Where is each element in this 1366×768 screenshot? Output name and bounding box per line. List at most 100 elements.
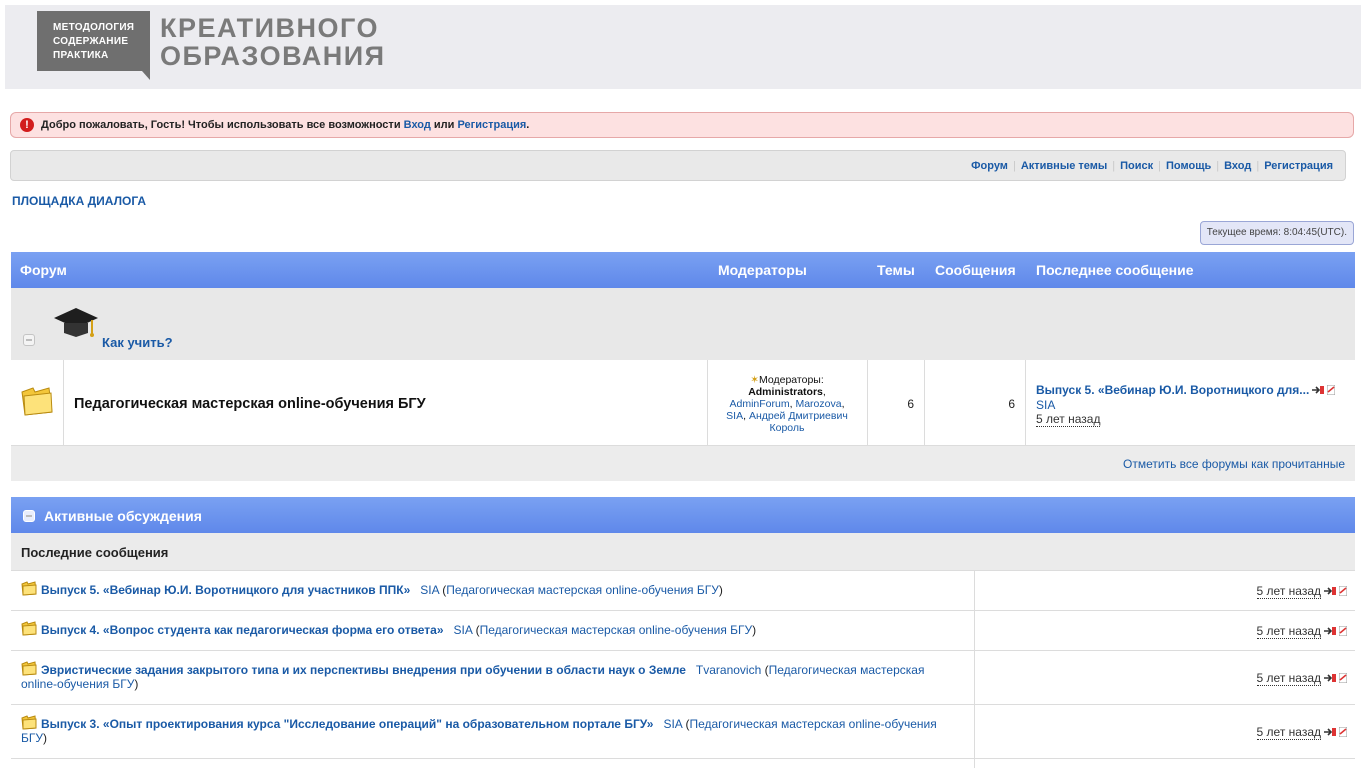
goto-unread-icon[interactable] (1338, 625, 1348, 639)
topic-title[interactable]: Выпуск 5. «Вебинар Ю.И. Воротницкого для… (41, 583, 410, 597)
mod-sia[interactable]: SIA (726, 410, 743, 422)
goto-unread-icon[interactable] (1338, 672, 1348, 686)
forum-table-header: Форум Модераторы Темы Сообщения Последне… (11, 252, 1355, 288)
active-discussions-title: Активные обсуждения (44, 508, 202, 524)
topic-author[interactable]: SIA (454, 623, 473, 637)
topic-title[interactable]: Эвристические задания закрытого типа и и… (41, 663, 686, 677)
col-last-post: Последнее сообщение (1036, 262, 1194, 278)
top-nav-items: Форум | Активные темы | Поиск | Помощь | Вход | Ре… (971, 160, 1333, 172)
topic-forum-link[interactable]: Педагогическая мастерская online-обучени… (446, 583, 719, 597)
last-post-author[interactable]: SIA (1036, 398, 1055, 412)
topics-count: 6 (907, 397, 914, 411)
folder-icon (21, 661, 37, 676)
star-icon: ✶ (750, 374, 760, 386)
logo-small-text: МЕТОДОЛОГИЯ СОДЕРЖАНИЕ ПРАКТИКА (53, 21, 134, 63)
logo-title-line-2: ОБРАЗОВАНИЯ (160, 41, 386, 71)
mark-read-row: Отметить все форумы как прочитанные (11, 446, 1355, 481)
last-post: Выпуск 5. «Вебинар Ю.И. Воротницкого для… (1036, 383, 1336, 427)
goto-last-icon[interactable] (1324, 585, 1336, 599)
welcome-register-link[interactable]: Регистрация (457, 119, 526, 131)
goto-last-icon[interactable] (1324, 672, 1336, 686)
moderators-label: Модераторы: (759, 374, 824, 386)
forum-icon-cell (11, 360, 64, 446)
forum-row: Педагогическая мастерская online-обучени… (11, 360, 1355, 446)
goto-unread-icon[interactable] (1338, 585, 1348, 599)
moderators-list: ✶Модераторы: Administrators, AdminForum,… (726, 374, 848, 434)
latest-posts-header: Последние сообщения (11, 533, 1355, 571)
logo-line-3: ПРАКТИКА (53, 50, 109, 61)
folder-icon (21, 715, 37, 730)
logo-title: КРЕАТИВНОГО ОБРАЗОВАНИЯ (160, 14, 386, 70)
topic-time: 5 лет назад (1256, 725, 1348, 740)
nav-separator: | (1256, 160, 1260, 172)
folder-icon (21, 387, 53, 416)
nav-active-topics[interactable]: Активные темы (1021, 160, 1107, 172)
topic-row: Эвристические задания закрытого типа и и… (11, 651, 1355, 705)
graduation-cap-icon (54, 308, 98, 337)
current-time: Текущее время: 8:04:45(UTC). (1199, 221, 1354, 245)
col-moderators: Модераторы (718, 262, 807, 278)
logo-line-2: СОДЕРЖАНИЕ (53, 36, 129, 47)
goto-last-icon[interactable] (1324, 625, 1336, 639)
topic-time: 5 лет назад (1256, 671, 1348, 686)
nav-help[interactable]: Помощь (1166, 160, 1211, 172)
welcome-banner: ! Добро пожаловать, Гость! Чтобы использ… (10, 112, 1354, 138)
col-topics: Темы (877, 262, 915, 278)
nav-search[interactable]: Поиск (1120, 160, 1153, 172)
logo-title-line-1: КРЕАТИВНОГО (160, 13, 379, 43)
category-link[interactable]: Как учить? (102, 335, 173, 350)
folder-icon (21, 581, 37, 596)
logo-line-1: МЕТОДОЛОГИЯ (53, 22, 135, 33)
goto-unread-icon[interactable] (1326, 384, 1336, 398)
topic-time: 5 лет назад (1256, 624, 1348, 639)
topic-time-text: 5 лет назад (1256, 725, 1321, 740)
topic-time-text: 5 лет назад (1256, 624, 1321, 639)
welcome-or: или (430, 119, 458, 131)
forum-title[interactable]: Педагогическая мастерская online-обучени… (74, 396, 426, 412)
folder-icon (21, 621, 37, 636)
topic-row-partial (11, 759, 1355, 768)
nav-separator: | (1112, 160, 1116, 172)
mark-all-read-link[interactable]: Отметить все форумы как прочитанные (1123, 457, 1345, 471)
logo-tail (142, 71, 150, 80)
goto-last-icon[interactable] (1312, 384, 1325, 398)
topic-time: 5 лет назад (1256, 584, 1348, 599)
mod-administrators: Administrators (748, 386, 823, 398)
topic-row: Выпуск 5. «Вебинар Ю.И. Воротницкого для… (11, 571, 1355, 611)
mod-adminforum[interactable]: AdminForum (730, 398, 790, 410)
topic-author[interactable]: SIA (420, 583, 439, 597)
col-posts: Сообщения (935, 262, 1016, 278)
nav-separator: | (1216, 160, 1220, 172)
breadcrumb[interactable]: ПЛОЩАДКА ДИАЛОГА (12, 194, 146, 208)
welcome-login-link[interactable]: Вход (404, 119, 431, 131)
last-post-time: 5 лет назад (1036, 411, 1101, 427)
topic-row: Выпуск 3. «Опыт проектирования курса "Ис… (11, 705, 1355, 759)
mod-marozova[interactable]: Marozova (795, 398, 841, 410)
topic-author[interactable]: SIA (663, 717, 682, 731)
goto-last-icon[interactable] (1324, 726, 1336, 740)
nav-separator: | (1012, 160, 1016, 172)
collapse-icon[interactable] (23, 334, 35, 346)
topic-title[interactable]: Выпуск 4. «Вопрос студента как педагогич… (41, 623, 444, 637)
goto-unread-icon[interactable] (1338, 726, 1348, 740)
nav-login[interactable]: Вход (1224, 160, 1251, 172)
nav-register[interactable]: Регистрация (1264, 160, 1333, 172)
topic-time-text: 5 лет назад (1256, 671, 1321, 686)
warning-icon: ! (20, 118, 34, 132)
topic-author[interactable]: Tvaranovich (696, 663, 761, 677)
welcome-end: . (526, 119, 530, 131)
cell-divider (974, 611, 975, 650)
cell-divider (974, 651, 975, 704)
nav-forum[interactable]: Форум (971, 160, 1008, 172)
mod-korol[interactable]: Андрей Дмитриевич Король (749, 410, 848, 434)
posts-count: 6 (1008, 397, 1015, 411)
cell-divider (974, 571, 975, 610)
last-post-title[interactable]: Выпуск 5. «Вебинар Ю.И. Воротницкого для… (1036, 383, 1309, 397)
topic-time-text: 5 лет назад (1256, 584, 1321, 599)
top-nav: Форум | Активные темы | Поиск | Помощь | Вход | Ре… (10, 150, 1346, 181)
topic-forum-link[interactable]: Педагогическая мастерская online-обучени… (480, 623, 753, 637)
collapse-icon[interactable] (23, 510, 35, 522)
topic-title[interactable]: Выпуск 3. «Опыт проектирования курса "Ис… (41, 717, 653, 731)
topic-main: Выпуск 3. «Опыт проектирования курса "Ис… (21, 715, 937, 745)
topic-row: Выпуск 4. «Вопрос студента как педагогич… (11, 611, 1355, 651)
